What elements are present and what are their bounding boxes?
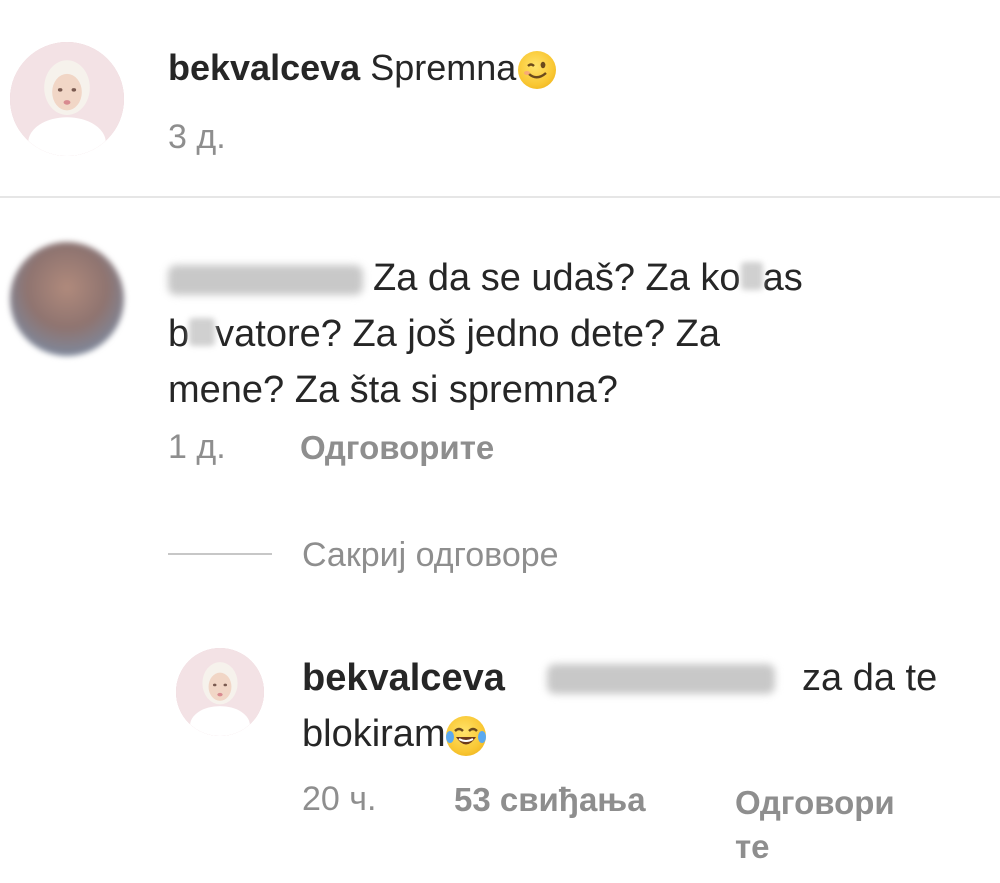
comment-timestamp: 1 д. (168, 428, 226, 466)
commenter-avatar-blurred[interactable] (10, 242, 124, 356)
reply-body: bekvalceva za da te blokiram (302, 650, 982, 762)
reply-reply-button[interactable]: Одговори те (735, 781, 895, 869)
censored-letters (740, 262, 763, 290)
caption-username[interactable]: bekvalceva (168, 47, 360, 88)
caption-line: bekvalceva Spremna (168, 44, 557, 92)
reply-likes-count[interactable]: 53 свиђања (454, 781, 646, 819)
reply-line-2: blokiram (302, 706, 982, 762)
avatar-image (10, 42, 124, 156)
replies-toggle-line (168, 553, 272, 555)
tears-of-joy-icon (445, 715, 486, 756)
comment-line-3: mene? Za šta si spremna? (168, 369, 618, 411)
reply-text-part1: za da te (802, 657, 938, 699)
winking-face-icon (518, 51, 557, 90)
blurred-mention[interactable] (547, 664, 775, 694)
censored-letters (189, 318, 216, 346)
reply-timestamp: 20 ч. (302, 780, 377, 818)
reply-username[interactable]: bekvalceva (302, 657, 505, 699)
comment-line-2: b vatore? Za još jedno dete? Za (168, 313, 721, 355)
caption-timestamp: 3 д. (168, 118, 226, 156)
reply-author-avatar[interactable] (176, 648, 264, 736)
comment-line-1: Za da se udaš? Za ko as (168, 250, 968, 306)
comment-reply-button[interactable]: Одговорите (300, 429, 494, 467)
caption-text: Spremna (370, 47, 517, 88)
author-avatar[interactable] (10, 42, 124, 156)
reply-line-1: bekvalceva za da te (302, 650, 982, 706)
hide-replies-button[interactable]: Сакриј одговоре (302, 536, 559, 575)
comment-body: Za da se udaš? Za ko as b vatore? Za još j… (168, 250, 968, 418)
avatar-image (176, 648, 264, 736)
blurred-username[interactable] (168, 264, 363, 295)
divider (0, 196, 1000, 198)
